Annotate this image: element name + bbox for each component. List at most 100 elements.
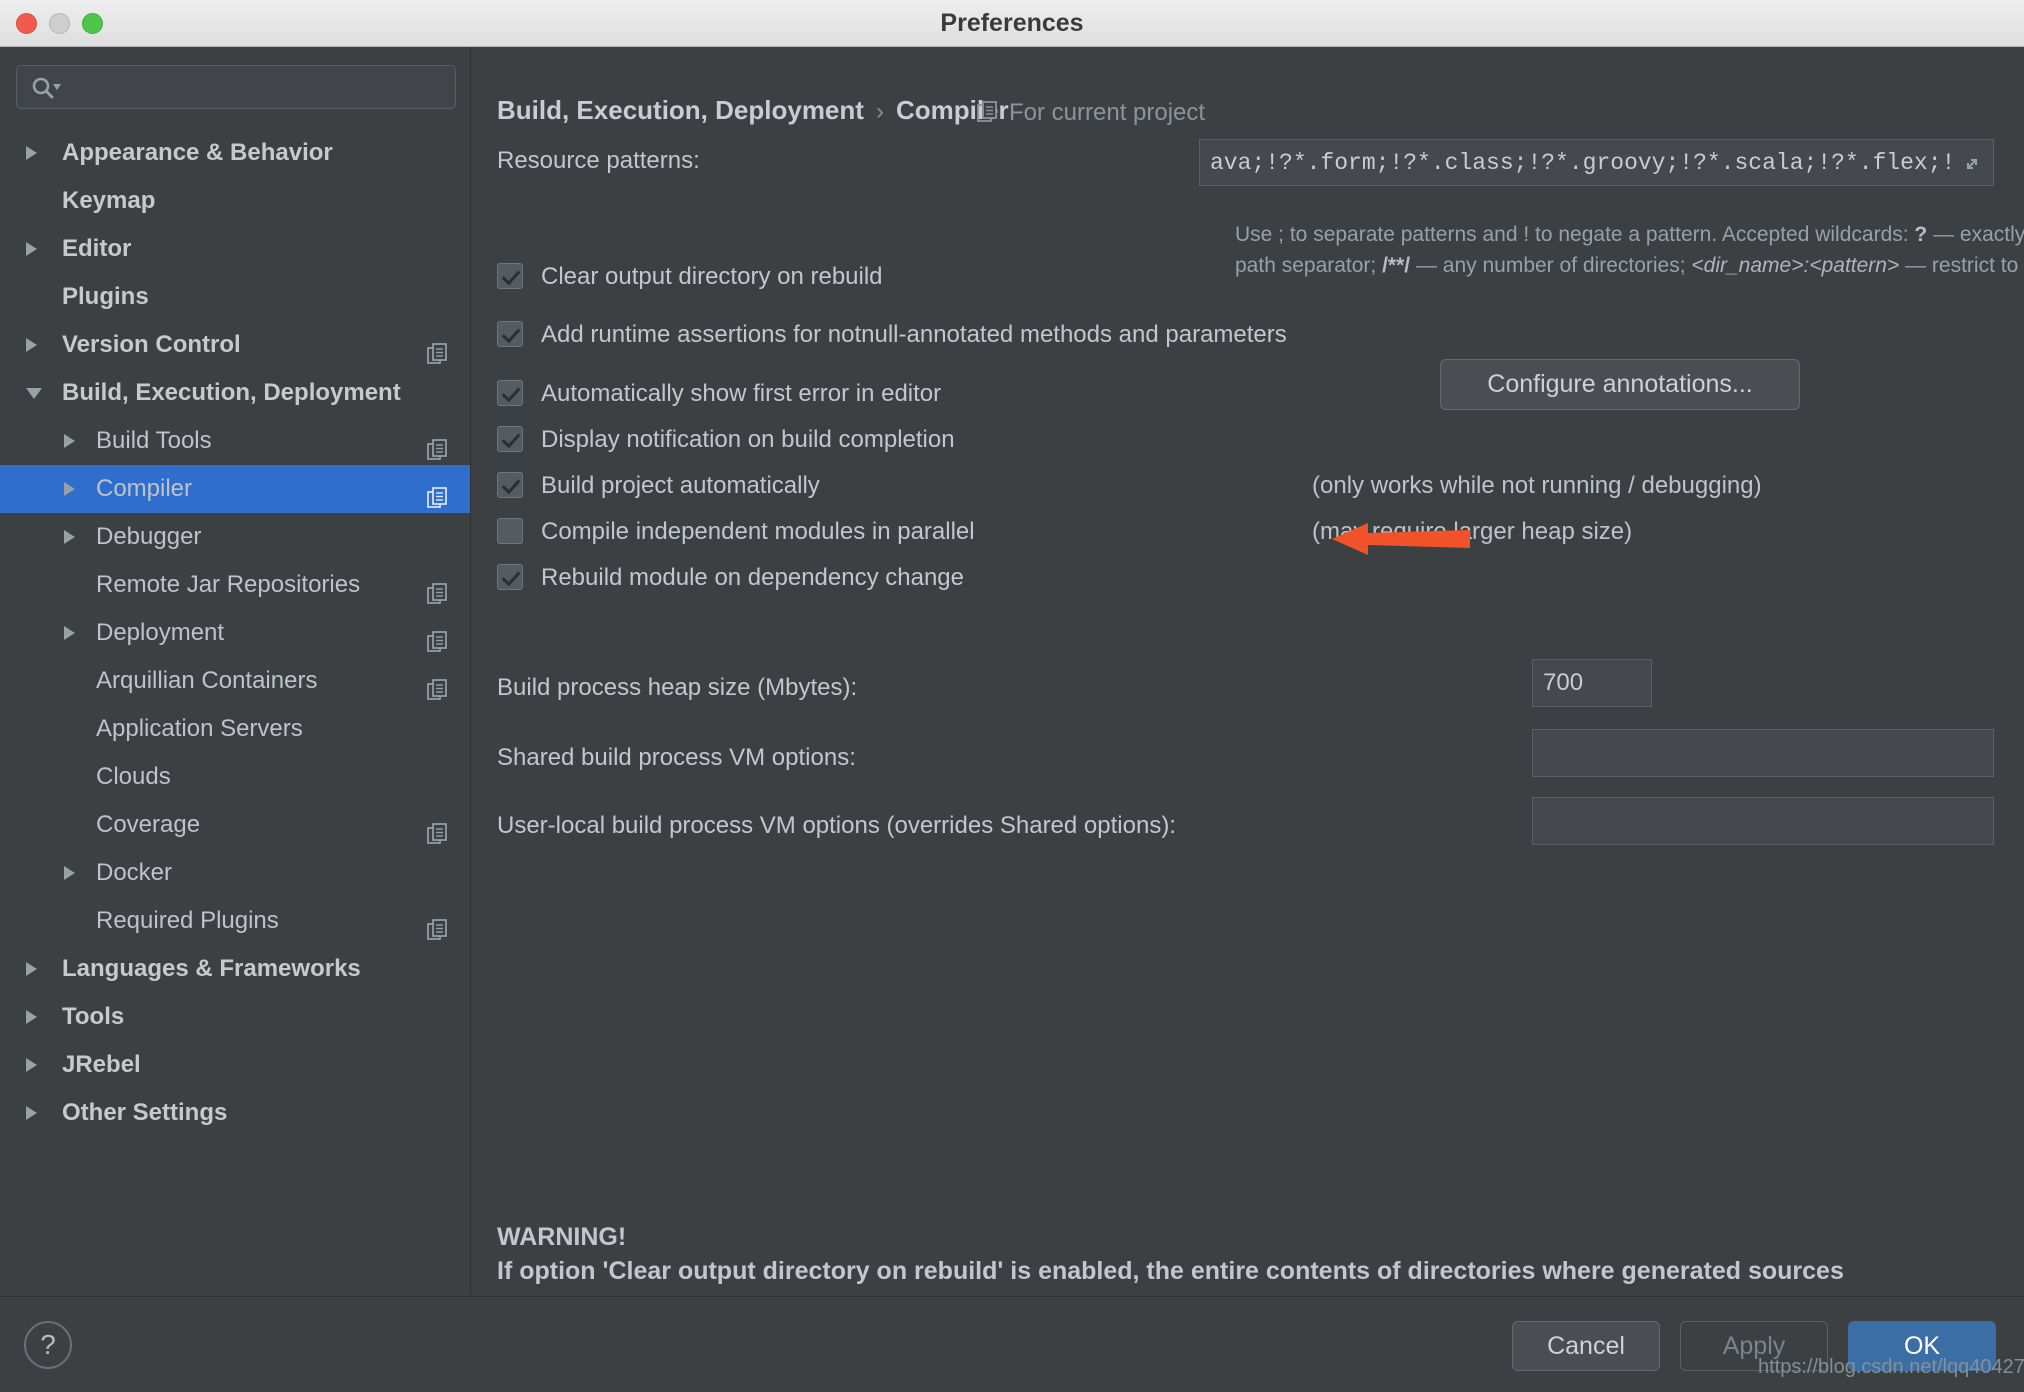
checkbox-checked-icon[interactable] bbox=[497, 564, 523, 590]
shared-vm-options-input[interactable] bbox=[1532, 729, 1994, 777]
checkbox-unchecked-icon[interactable] bbox=[497, 518, 523, 544]
settings-search-box[interactable] bbox=[16, 65, 456, 109]
chevron-right-icon[interactable] bbox=[64, 866, 75, 880]
checkbox-checked-icon[interactable] bbox=[497, 321, 523, 347]
checkbox-build-project-automatically[interactable]: Build project automatically bbox=[497, 472, 820, 500]
checkbox-label: Automatically show first error in editor bbox=[541, 380, 942, 407]
chevron-right-icon[interactable] bbox=[26, 1106, 37, 1120]
sidebar-item-build-execution-deployment[interactable]: Build, Execution, Deployment bbox=[0, 369, 470, 417]
chevron-right-icon[interactable] bbox=[26, 338, 37, 352]
checkbox-checked-icon[interactable] bbox=[497, 472, 523, 498]
settings-tree: Appearance & Behavior Keymap Editor Plugins… bbox=[0, 129, 470, 1137]
scope-label: For current project bbox=[1009, 99, 1206, 126]
search-container bbox=[16, 65, 456, 109]
checkbox-display-notification-on-build-completion[interactable]: Display notification on build completion bbox=[497, 426, 955, 454]
sidebar-item-required-plugins[interactable]: Required Plugins bbox=[0, 897, 470, 945]
checkbox-checked-icon[interactable] bbox=[497, 426, 523, 452]
sidebar-item-debugger[interactable]: Debugger bbox=[0, 513, 470, 561]
heap-size-label: Build process heap size (Mbytes): bbox=[497, 674, 858, 701]
resource-patterns-value: ava;!?*.form;!?*.class;!?*.groovy;!?*.sc… bbox=[1210, 150, 1955, 176]
window-titlebar: Preferences bbox=[0, 0, 2024, 47]
sidebar-item-plugins[interactable]: Plugins bbox=[0, 273, 470, 321]
resource-patterns-input[interactable]: ava;!?*.form;!?*.class;!?*.groovy;!?*.sc… bbox=[1199, 139, 1994, 186]
breadcrumb-root[interactable]: Build, Execution, Deployment bbox=[497, 95, 864, 125]
chevron-right-icon[interactable] bbox=[26, 1010, 37, 1024]
user-local-vm-options-input[interactable] bbox=[1532, 797, 1994, 845]
option-note-build-project-automatically: (only works while not running / debuggin… bbox=[1312, 472, 1762, 499]
chevron-right-icon[interactable] bbox=[26, 1058, 37, 1072]
sidebar-item-build-tools[interactable]: Build Tools bbox=[0, 417, 470, 465]
sidebar-item-appearance-behavior[interactable]: Appearance & Behavior bbox=[0, 129, 470, 177]
checkbox-add-runtime-assertions-for-notnull-annotated-methods-and-parameters[interactable]: Add runtime assertions for notnull-annot… bbox=[497, 321, 1287, 349]
compiler-settings-panel: Build, Execution, Deployment › Compiler Fo… bbox=[472, 47, 2024, 1295]
resource-patterns-hint: Use ; to separate patterns and ! to nega… bbox=[1235, 219, 2024, 281]
sidebar-item-label: Languages & Frameworks bbox=[62, 955, 361, 982]
chevron-right-icon[interactable] bbox=[64, 530, 75, 544]
resource-patterns-label: Resource patterns: bbox=[497, 147, 700, 174]
chevron-right-icon[interactable] bbox=[64, 434, 75, 448]
hint-text-1: Use ; to separate patterns and ! to nega… bbox=[1235, 223, 1915, 246]
sidebar-item-editor[interactable]: Editor bbox=[0, 225, 470, 273]
sidebar-item-label: Plugins bbox=[62, 283, 149, 310]
expand-arrow-icon[interactable] bbox=[1959, 151, 1985, 184]
warning-line-1: If option 'Clear output directory on reb… bbox=[497, 1257, 1844, 1285]
sidebar-item-tools[interactable]: Tools bbox=[0, 993, 470, 1041]
warning-block: WARNING! If option 'Clear output directo… bbox=[497, 1220, 1997, 1295]
sidebar-item-keymap[interactable]: Keymap bbox=[0, 177, 470, 225]
breadcrumb-separator-icon: › bbox=[875, 98, 884, 125]
preferences-window: Preferences Appearance & Behavior Keymap E… bbox=[0, 0, 2024, 1392]
configure-annotations-button[interactable]: Configure annotations... bbox=[1440, 359, 1800, 410]
sidebar-item-compiler[interactable]: Compiler bbox=[0, 465, 470, 513]
sidebar-item-label: Required Plugins bbox=[96, 907, 279, 934]
scope-indicator: For current project bbox=[977, 99, 1205, 130]
chevron-right-icon[interactable] bbox=[64, 482, 75, 496]
sidebar-item-arquillian-containers[interactable]: Arquillian Containers bbox=[0, 657, 470, 705]
checkbox-label: Display notification on build completion bbox=[541, 426, 955, 453]
sidebar-item-remote-jar-repositories[interactable]: Remote Jar Repositories bbox=[0, 561, 470, 609]
heap-size-value: 700 bbox=[1543, 669, 1584, 696]
sidebar-item-jrebel[interactable]: JRebel bbox=[0, 1041, 470, 1089]
sidebar-item-other-settings[interactable]: Other Settings bbox=[0, 1089, 470, 1137]
watermark-text: https://blog.csdn.net/lqq404270201 bbox=[1758, 1356, 2024, 1378]
warning-line-2: are stored WILL BE CLEARED on rebuild. bbox=[497, 1288, 1997, 1295]
chevron-right-icon[interactable] bbox=[26, 962, 37, 976]
sidebar-item-application-servers[interactable]: Application Servers bbox=[0, 705, 470, 753]
hint-text-7: — restrict to source roots with bbox=[1905, 254, 2024, 277]
help-button[interactable]: ? bbox=[24, 1321, 72, 1369]
sidebar-item-label: Build Tools bbox=[96, 427, 212, 454]
checkbox-checked-icon[interactable] bbox=[497, 380, 523, 406]
sidebar-item-label: Version Control bbox=[62, 331, 241, 358]
sidebar-item-label: Arquillian Containers bbox=[96, 667, 318, 694]
checkbox-clear-output-directory-on-rebuild[interactable]: Clear output directory on rebuild bbox=[497, 263, 883, 291]
sidebar-item-clouds[interactable]: Clouds bbox=[0, 753, 470, 801]
sidebar-item-coverage[interactable]: Coverage bbox=[0, 801, 470, 849]
cancel-button[interactable]: Cancel bbox=[1512, 1321, 1660, 1371]
sidebar-item-label: Tools bbox=[62, 1003, 125, 1030]
warning-title: WARNING! bbox=[497, 1223, 627, 1251]
sidebar-item-deployment[interactable]: Deployment bbox=[0, 609, 470, 657]
user-local-vm-options-label: User-local build process VM options (ove… bbox=[497, 812, 1176, 839]
chevron-down-icon[interactable] bbox=[26, 388, 42, 406]
heap-size-input[interactable]: 700 bbox=[1532, 659, 1652, 707]
sidebar-item-label: Appearance & Behavior bbox=[62, 139, 333, 166]
hint-wildcard-globstar: /**/ bbox=[1382, 254, 1411, 277]
sidebar-item-languages-frameworks[interactable]: Languages & Frameworks bbox=[0, 945, 470, 993]
checkbox-automatically-show-first-error-in-editor[interactable]: Automatically show first error in editor bbox=[497, 380, 941, 408]
checkbox-compile-independent-modules-in-parallel[interactable]: Compile independent modules in parallel bbox=[497, 518, 975, 546]
chevron-right-icon[interactable] bbox=[64, 626, 75, 640]
checkbox-label: Build project automatically bbox=[541, 472, 820, 499]
checkbox-rebuild-module-on-dependency-change[interactable]: Rebuild module on dependency change bbox=[497, 564, 964, 592]
chevron-right-icon[interactable] bbox=[26, 242, 37, 256]
chevron-right-icon[interactable] bbox=[26, 146, 37, 160]
hint-wildcard-question: ? bbox=[1914, 223, 1928, 246]
sidebar-item-label: Clouds bbox=[96, 763, 171, 790]
checkbox-checked-icon[interactable] bbox=[497, 263, 523, 289]
red-arrow-annotation bbox=[1332, 517, 1472, 568]
sidebar-item-docker[interactable]: Docker bbox=[0, 849, 470, 897]
sidebar-item-label: Keymap bbox=[62, 187, 156, 214]
sidebar-item-label: Deployment bbox=[96, 619, 225, 646]
sidebar-item-version-control[interactable]: Version Control bbox=[0, 321, 470, 369]
window-title: Preferences bbox=[940, 9, 1084, 37]
shared-vm-options-label: Shared build process VM options: bbox=[497, 744, 856, 771]
sidebar-item-label: Coverage bbox=[96, 811, 201, 838]
